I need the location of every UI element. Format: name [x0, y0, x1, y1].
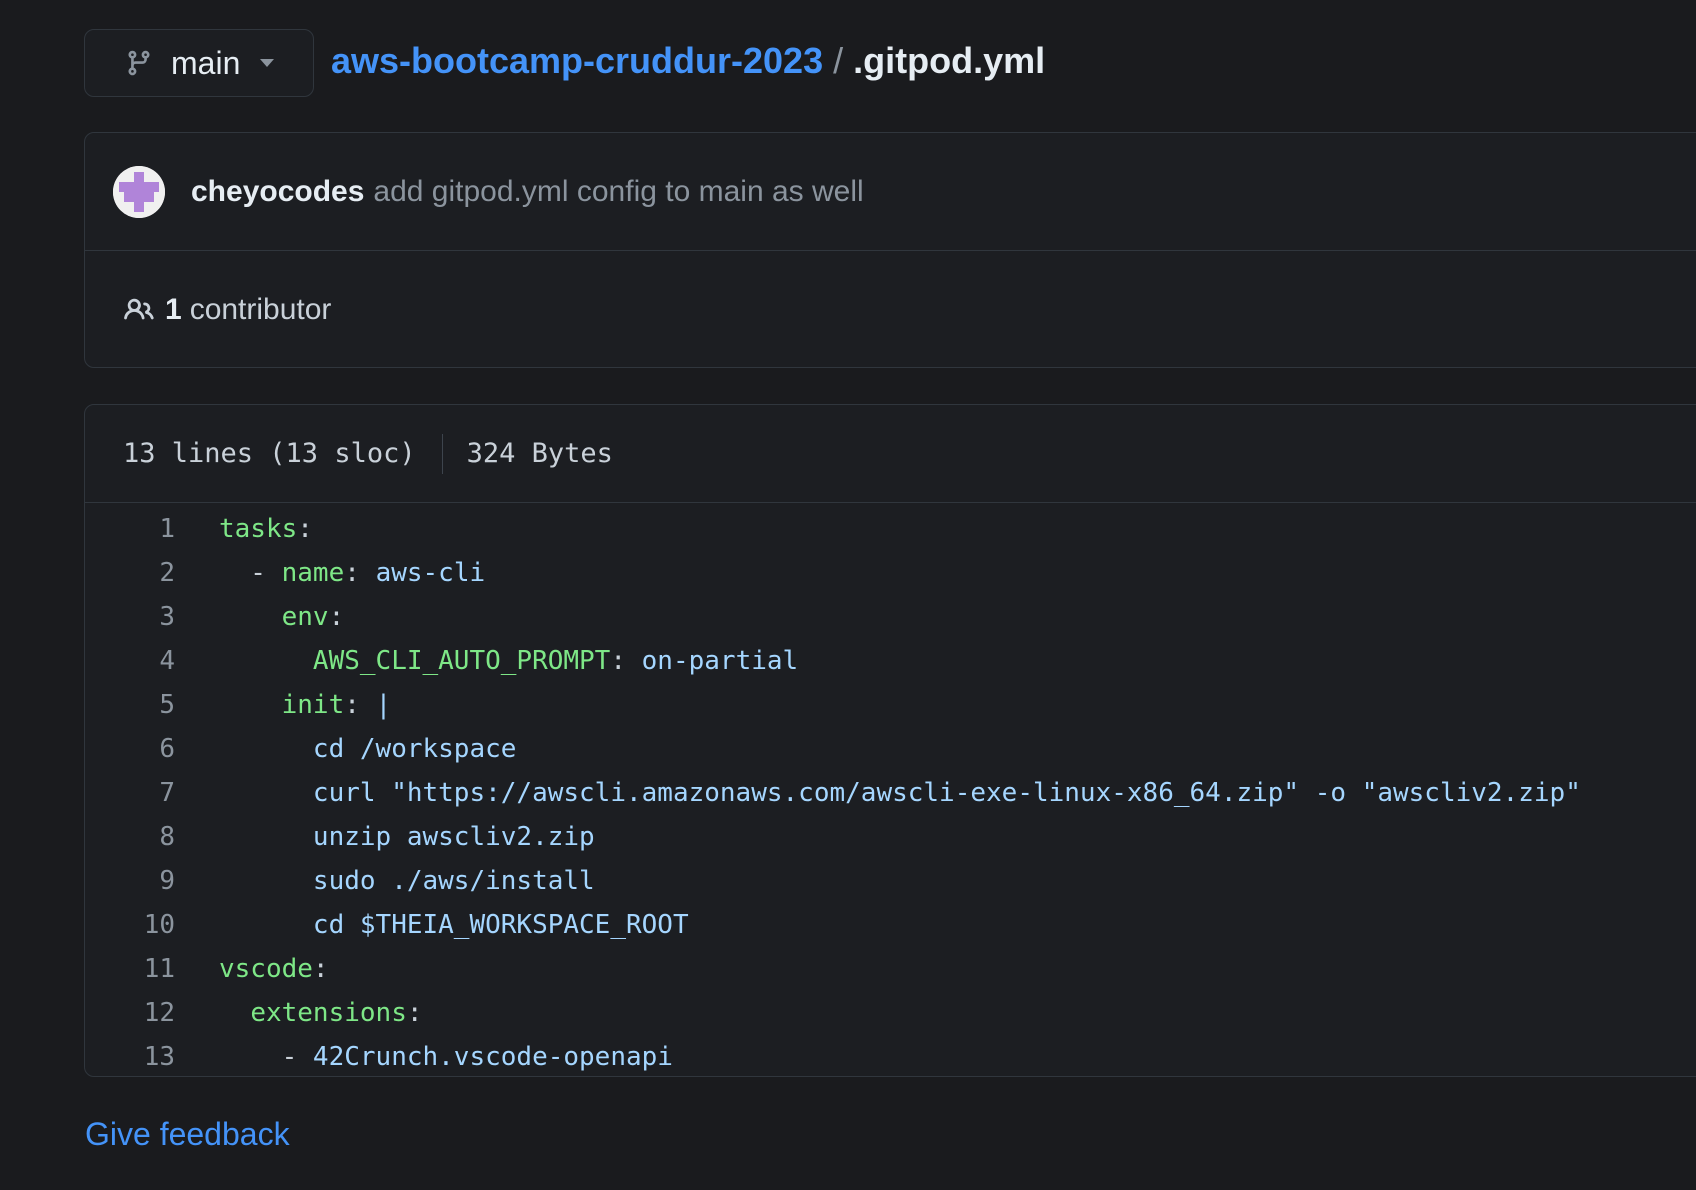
- line-content: vscode:: [175, 954, 329, 984]
- breadcrumb-separator: /: [833, 40, 844, 81]
- branch-name: main: [171, 44, 241, 81]
- branch-selector-button[interactable]: main: [84, 29, 314, 97]
- line-number[interactable]: 9: [85, 866, 175, 896]
- yaml-value: unzip awscliv2.zip: [312, 822, 595, 852]
- yaml-colon: :: [312, 954, 329, 984]
- code-line: 5 init: |: [85, 683, 1696, 727]
- line-number[interactable]: 7: [85, 778, 175, 808]
- yaml-colon: :: [297, 514, 313, 544]
- commit-message[interactable]: add gitpod.yml config to main as well: [373, 175, 863, 209]
- line-number[interactable]: 4: [85, 646, 175, 676]
- code-line: 13 - 42Crunch.vscode-openapi: [85, 1035, 1696, 1076]
- caret-down-icon: [260, 59, 275, 67]
- contributor-label: contributor: [189, 292, 332, 326]
- line-content: - 42Crunch.vscode-openapi: [175, 1042, 673, 1072]
- code-body: 1 tasks: 2 - name: aws-cli 3 env: 4 AWS_CLI_…: [85, 503, 1696, 1076]
- yaml-value: |: [375, 690, 392, 720]
- give-feedback-link[interactable]: Give feedback: [85, 1116, 290, 1153]
- contributor-count: 1: [165, 292, 182, 326]
- line-content: cd /workspace: [175, 734, 517, 764]
- git-branch-icon: [128, 50, 150, 76]
- file-name: .gitpod.yml: [853, 40, 1046, 81]
- yaml-colon: :: [406, 998, 423, 1028]
- code-line: 11 vscode:: [85, 947, 1696, 991]
- file-info-header: 13 lines (13 sloc) 324 Bytes: [85, 405, 1696, 503]
- line-number[interactable]: 12: [85, 998, 175, 1028]
- yaml-key: name: [281, 558, 345, 588]
- yaml-colon: :: [344, 558, 376, 588]
- line-number[interactable]: 3: [85, 602, 175, 632]
- people-icon: [124, 298, 154, 319]
- code-line: 6 cd /workspace: [85, 727, 1696, 771]
- file-viewer: 13 lines (13 sloc) 324 Bytes 1 tasks: 2 - …: [84, 404, 1696, 1077]
- yaml-value: curl "https://awscli.amazonaws.com/awscl…: [312, 778, 1581, 808]
- latest-commit-box: cheyocodes add gitpod.yml config to main…: [84, 132, 1696, 368]
- line-content: init: |: [175, 690, 392, 720]
- yaml-colon: :: [610, 646, 642, 676]
- header-divider: [441, 433, 443, 474]
- code-line: 1 tasks:: [85, 507, 1696, 551]
- breadcrumb: aws-bootcamp-cruddur-2023 / .gitpod.yml: [331, 40, 1045, 82]
- line-number[interactable]: 2: [85, 558, 175, 588]
- yaml-key: AWS_CLI_AUTO_PROMPT: [312, 646, 611, 676]
- line-content: AWS_CLI_AUTO_PROMPT: on-partial: [175, 646, 798, 676]
- avatar[interactable]: [113, 165, 165, 218]
- line-number[interactable]: 1: [85, 514, 175, 544]
- repo-link[interactable]: aws-bootcamp-cruddur-2023: [331, 40, 823, 82]
- line-content: sudo ./aws/install: [175, 866, 595, 896]
- line-content: cd $THEIA_WORKSPACE_ROOT: [175, 910, 689, 940]
- yaml-value: on-partial: [641, 646, 799, 676]
- yaml-key: env: [281, 602, 329, 632]
- line-number[interactable]: 5: [85, 690, 175, 720]
- identicon-icon: [113, 165, 165, 218]
- file-view-page: main aws-bootcamp-cruddur-2023 / .gitpod…: [0, 0, 1696, 1190]
- code-line: 9 sudo ./aws/install: [85, 859, 1696, 903]
- yaml-value: sudo ./aws/install: [312, 866, 595, 896]
- yaml-colon: :: [344, 690, 376, 720]
- yaml-key: init: [281, 690, 345, 720]
- code-line: 2 - name: aws-cli: [85, 551, 1696, 595]
- line-number[interactable]: 11: [85, 954, 175, 984]
- line-number[interactable]: 13: [85, 1042, 175, 1072]
- yaml-value: cd $THEIA_WORKSPACE_ROOT: [312, 910, 689, 940]
- yaml-value: cd /workspace: [312, 734, 517, 764]
- code-indent: -: [219, 558, 282, 588]
- code-line: 3 env:: [85, 595, 1696, 639]
- line-content: tasks:: [175, 514, 313, 544]
- line-number[interactable]: 10: [85, 910, 175, 940]
- code-line: 8 unzip awscliv2.zip: [85, 815, 1696, 859]
- yaml-key: vscode: [219, 954, 313, 984]
- code-indent: -: [219, 1042, 313, 1072]
- line-content: curl "https://awscli.amazonaws.com/awscl…: [175, 778, 1581, 808]
- file-size: 324 Bytes: [466, 438, 613, 469]
- contributors-row[interactable]: 1 contributor: [85, 251, 1696, 367]
- code-line: 12 extensions:: [85, 991, 1696, 1035]
- latest-commit-row: cheyocodes add gitpod.yml config to main…: [85, 133, 1696, 251]
- line-number[interactable]: 6: [85, 734, 175, 764]
- yaml-value: 42Crunch.vscode-openapi: [312, 1042, 673, 1072]
- line-content: - name: aws-cli: [175, 558, 485, 588]
- line-count: 13 lines (13 sloc): [123, 438, 416, 469]
- line-content: extensions:: [175, 998, 423, 1028]
- yaml-colon: :: [328, 602, 345, 632]
- line-number[interactable]: 8: [85, 822, 175, 852]
- code-line: 4 AWS_CLI_AUTO_PROMPT: on-partial: [85, 639, 1696, 683]
- commit-author[interactable]: cheyocodes: [191, 175, 364, 209]
- code-line: 10 cd $THEIA_WORKSPACE_ROOT: [85, 903, 1696, 947]
- yaml-value: aws-cli: [375, 558, 486, 588]
- line-content: unzip awscliv2.zip: [175, 822, 595, 852]
- yaml-key: extensions: [250, 998, 407, 1028]
- line-content: env:: [175, 602, 345, 632]
- yaml-key: tasks: [219, 514, 298, 544]
- code-line: 7 curl "https://awscli.amazonaws.com/aws…: [85, 771, 1696, 815]
